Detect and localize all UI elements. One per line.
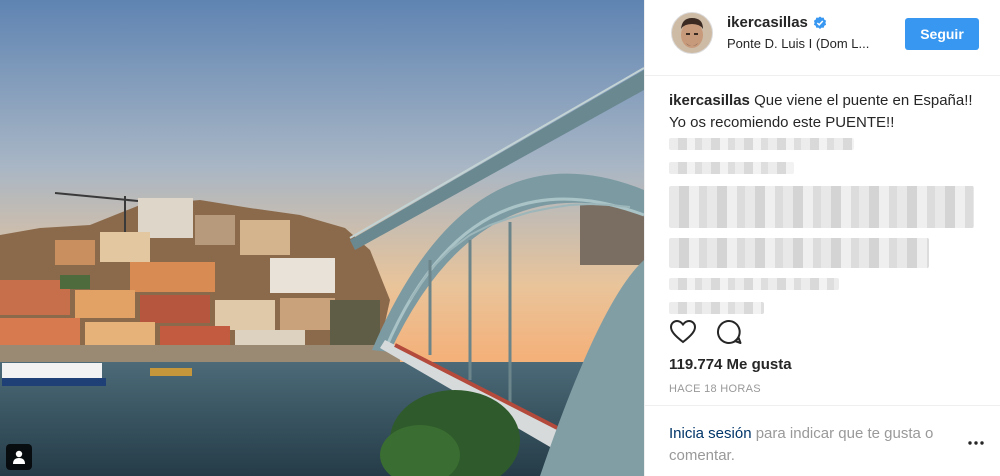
follow-button[interactable]: Seguir <box>905 18 979 50</box>
likes-count[interactable]: 119.774 Me gusta <box>669 356 792 373</box>
comment-icon[interactable] <box>715 318 743 346</box>
login-prompt: Inicia sesión para indicar que te gusta … <box>669 423 939 467</box>
more-options-icon[interactable] <box>967 434 985 452</box>
avatar[interactable] <box>671 12 713 54</box>
post-footer: Inicia sesión para indicar que te gusta … <box>645 405 1000 476</box>
user-tag-icon[interactable] <box>6 444 32 470</box>
post-actions <box>669 318 743 346</box>
username-line: ikercasillas <box>727 14 887 31</box>
instagram-post: ikercasillas Ponte D. Luis I (Dom L... S… <box>0 0 1000 476</box>
blurred-comments <box>669 138 979 314</box>
login-link[interactable]: Inicia sesión <box>669 425 752 442</box>
post-photo[interactable] <box>0 0 644 476</box>
location-link[interactable]: Ponte D. Luis I (Dom L... <box>727 36 885 51</box>
photo-illustration <box>0 0 644 476</box>
caption-username[interactable]: ikercasillas <box>669 92 750 109</box>
user-block: ikercasillas Ponte D. Luis I (Dom L... <box>727 14 887 51</box>
post-timestamp[interactable]: HACE 18 HORAS <box>669 383 761 395</box>
verified-badge-icon <box>813 16 827 29</box>
post-side-panel: ikercasillas Ponte D. Luis I (Dom L... S… <box>644 0 1000 476</box>
username-link[interactable]: ikercasillas <box>727 14 808 31</box>
heart-icon[interactable] <box>669 318 697 346</box>
caption: ikercasillas Que viene el puente en Espa… <box>669 90 979 134</box>
post-header: ikercasillas Ponte D. Luis I (Dom L... S… <box>645 0 1000 76</box>
